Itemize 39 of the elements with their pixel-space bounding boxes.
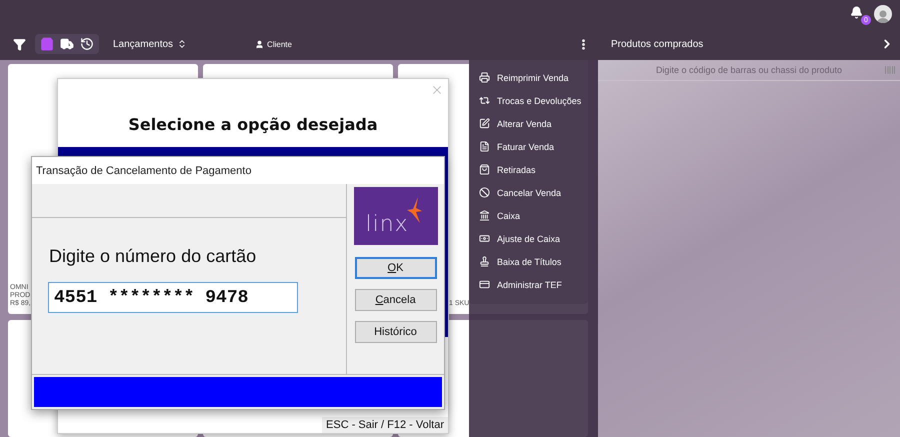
sort-dropdown[interactable]: Lançamentos	[113, 38, 188, 50]
menu-item[interactable]: Baixa de Títulos	[469, 250, 588, 273]
window-title: Transação de Cancelamento de Pagamento	[36, 164, 252, 176]
card-number-prompt: Digite o número do cartão	[49, 246, 258, 267]
swap-icon	[479, 95, 490, 106]
linx-logo: linx	[354, 187, 438, 245]
menu-item[interactable]: Alterar Venda	[469, 112, 588, 135]
panel-title: Produtos comprados	[610, 38, 704, 50]
menu-item[interactable]: Faturar Venda	[469, 135, 588, 158]
bag-icon	[479, 164, 490, 175]
dialog-button[interactable]: OK	[354, 257, 436, 279]
filter-icon[interactable]	[12, 38, 27, 50]
menu-item[interactable]: Reimprimir Venda	[469, 66, 588, 89]
menu-item[interactable]: Trocas e Devoluções	[469, 89, 588, 112]
printer-icon	[479, 72, 490, 83]
menu-item[interactable]: Retiradas	[469, 158, 588, 181]
up-down-chevron-icon	[177, 39, 188, 49]
menu-item[interactable]: Administrar TEF	[469, 273, 588, 296]
stamp-icon	[479, 256, 490, 267]
dialog-button[interactable]: Histórico	[354, 321, 436, 343]
notification-bell-icon[interactable]	[850, 6, 863, 19]
menu-item[interactable]: Cancelar Venda	[469, 181, 588, 204]
banknote-icon	[479, 233, 490, 244]
card-icon	[479, 279, 490, 290]
document-icon	[479, 141, 490, 152]
edit-icon	[479, 118, 490, 129]
menu-item[interactable]: Ajuste de Caixa	[469, 227, 588, 250]
ban-icon	[479, 187, 490, 198]
menu-item[interactable]: Caixa	[469, 204, 588, 227]
shortcut-hint: ESC - Sair / F12 - Voltar	[322, 417, 448, 433]
user-icon	[255, 40, 264, 48]
truck-icon[interactable]	[59, 37, 75, 51]
customer-button[interactable]: Cliente	[255, 40, 292, 48]
user-avatar[interactable]	[874, 5, 892, 23]
dialog-button[interactable]: Cancela	[354, 289, 436, 311]
dialog-heading: Selecione a opção desejada	[127, 115, 379, 134]
card-number-field[interactable]: 4551 ******** 9478	[48, 282, 298, 313]
bank-icon	[479, 210, 490, 221]
history-icon[interactable]	[79, 37, 95, 51]
